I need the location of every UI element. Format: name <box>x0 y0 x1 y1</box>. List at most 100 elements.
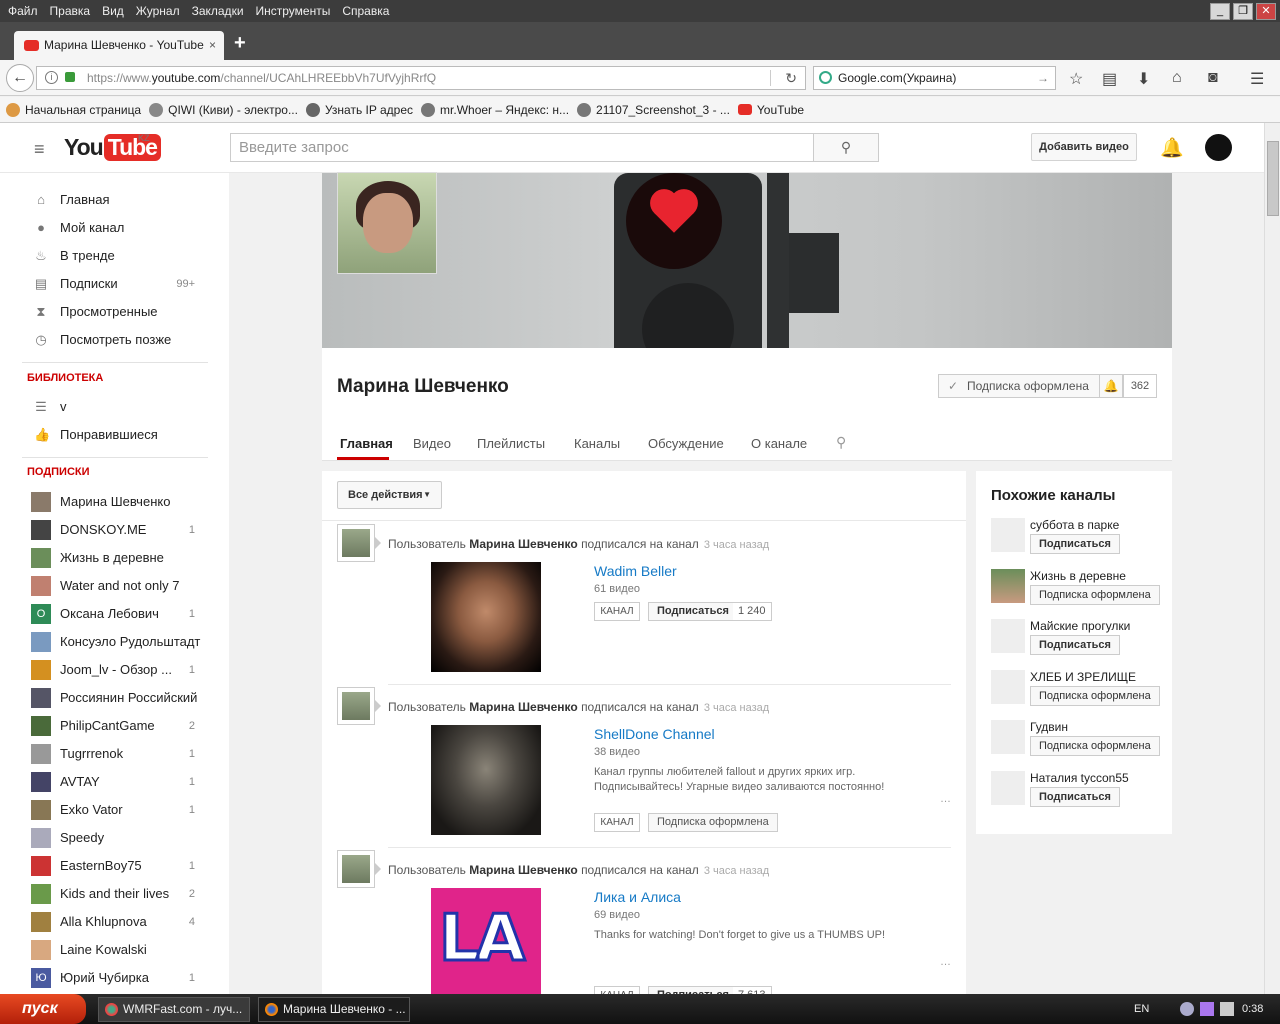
sidebar-subscription[interactable]: Speedy <box>0 824 229 852</box>
pocket-icon[interactable]: ◙ <box>1208 69 1218 87</box>
channel-tab[interactable]: Видео <box>413 436 451 451</box>
search-input[interactable]: Введите запрос <box>230 133 814 162</box>
related-channel-avatar[interactable] <box>991 720 1025 754</box>
menu-item[interactable]: Вид <box>96 0 130 22</box>
upload-button[interactable]: Добавить видео <box>1031 133 1137 161</box>
menu-item[interactable]: Справка <box>336 0 395 22</box>
download-icon[interactable]: ⬇ <box>1137 69 1150 89</box>
subscribe-button[interactable]: Подписаться <box>1030 786 1120 807</box>
sidebar-subscription[interactable]: Жизнь в деревне <box>0 544 229 572</box>
activity-user[interactable]: Марина Шевченко <box>469 863 578 877</box>
related-channel[interactable]: Наталия tyccon55 Подписаться <box>991 770 1171 816</box>
sidebar-subscription[interactable]: О Оксана Лебович 1 <box>0 600 229 628</box>
related-channel-name[interactable]: Гудвин <box>1030 720 1068 734</box>
related-channel-avatar[interactable] <box>991 518 1025 552</box>
related-channel[interactable]: ХЛЕБ И ЗРЕЛИЩЕ Подписка оформлена <box>991 669 1171 715</box>
related-channel-name[interactable]: суббота в парке <box>1030 518 1119 532</box>
sidebar-subscription[interactable]: Exko Vator 1 <box>0 796 229 824</box>
bookmark-item[interactable]: YouTube <box>737 97 804 123</box>
activity-filter-dropdown[interactable]: Все действия ▼ <box>337 481 442 509</box>
sidebar-subscription[interactable]: Ю Юрий Чубирка 1 <box>0 964 229 992</box>
bookmark-item[interactable]: Начальная страница <box>6 97 141 123</box>
sidebar-subscription[interactable]: Россиянин Российский <box>0 684 229 712</box>
reading-list-icon[interactable]: ▤ <box>1102 69 1117 89</box>
language-indicator[interactable]: EN <box>1134 994 1149 1024</box>
channel-tab[interactable]: Главная <box>340 436 393 451</box>
notifications-bell-icon[interactable]: 🔔 <box>1160 136 1184 160</box>
bookmark-item[interactable]: 21107_Screenshot_3 - ... <box>577 97 730 123</box>
related-channel-avatar[interactable] <box>991 669 1025 704</box>
channel-avatar[interactable] <box>337 172 437 274</box>
related-channel-name[interactable]: Наталия tyccon55 <box>1030 771 1129 785</box>
related-channel[interactable]: Майские прогулки Подписаться <box>991 619 1171 664</box>
subscribed-button[interactable]: Подписка оформлена <box>648 813 778 832</box>
account-avatar[interactable] <box>1205 134 1232 161</box>
sidebar-item[interactable]: ● Мой канал <box>0 214 229 242</box>
star-icon[interactable]: ☆ <box>1069 69 1083 89</box>
url-bar[interactable]: i https://www.youtube.com/channel/UCAhLH… <box>36 66 806 90</box>
channel-name[interactable]: Марина Шевченко <box>337 376 509 398</box>
tray-monitor-icon[interactable] <box>1220 1002 1234 1016</box>
youtube-logo[interactable]: You Tube KZ <box>64 133 161 161</box>
channel-thumbnail[interactable] <box>431 725 541 835</box>
channel-tab[interactable]: О канале <box>751 436 807 451</box>
sidebar-subscription[interactable]: Kids and their lives 2 <box>0 880 229 908</box>
channel-tab[interactable]: Каналы <box>574 436 620 451</box>
channel-title[interactable]: Лика и Алиса <box>594 889 681 905</box>
sidebar-item[interactable]: ♨ В тренде <box>0 242 229 270</box>
sidebar-subscription[interactable]: Joom_lv - Обзор ... 1 <box>0 656 229 684</box>
related-channel-name[interactable]: Жизнь в деревне <box>1030 569 1126 583</box>
subscribe-button[interactable]: Подписаться <box>648 986 738 994</box>
channel-notifications-icon[interactable]: 🔔 <box>1099 374 1123 398</box>
user-avatar[interactable] <box>337 524 375 562</box>
channel-search-icon[interactable]: ⚲ <box>836 434 846 451</box>
subscribe-button[interactable]: Подписаться <box>1030 534 1120 554</box>
channel-thumbnail[interactable] <box>431 562 541 672</box>
new-tab-button[interactable]: + <box>234 32 246 55</box>
minimize-button[interactable]: _ <box>1210 3 1230 20</box>
sidebar-subscription[interactable]: EasternBoy75 1 <box>0 852 229 880</box>
related-channel[interactable]: суббота в парке Подписаться <box>991 518 1171 563</box>
menu-icon[interactable]: ☰ <box>1250 69 1264 89</box>
page-scrollbar[interactable] <box>1264 123 1280 994</box>
browser-search-bar[interactable]: Google.com(Украина) → <box>813 66 1056 90</box>
tray-app-icon[interactable] <box>1180 1002 1194 1016</box>
related-channel-name[interactable]: Майские прогулки <box>1030 619 1130 633</box>
menu-item[interactable]: Инструменты <box>250 0 337 22</box>
sidebar-subscription[interactable]: AVTAY 1 <box>0 768 229 796</box>
related-channel-avatar[interactable] <box>991 568 1025 603</box>
subscribe-button[interactable]: Подписаться <box>648 602 738 621</box>
related-channel-avatar[interactable] <box>991 770 1025 805</box>
sidebar-subscription[interactable]: Марина Шевченко <box>0 488 229 516</box>
more-icon[interactable]: … <box>940 956 951 968</box>
maximize-button[interactable]: ❐ <box>1233 3 1253 20</box>
subscribed-button[interactable]: Подписка оформлена <box>1030 736 1160 756</box>
scrollbar-thumb[interactable] <box>1267 141 1279 216</box>
user-avatar[interactable] <box>337 850 375 888</box>
sidebar-subscription[interactable]: Laine Kowalski <box>0 936 229 964</box>
more-icon[interactable]: … <box>940 793 951 805</box>
subscribed-button[interactable]: ✓ Подписка оформлена <box>938 374 1100 398</box>
bookmark-item[interactable]: mr.Whoer – Яндекс: н... <box>421 97 569 123</box>
activity-user[interactable]: Марина Шевченко <box>469 537 578 551</box>
home-icon[interactable]: ⌂ <box>1172 69 1182 87</box>
channel-tab[interactable]: Плейлисты <box>477 436 545 451</box>
taskbar-task[interactable]: WMRFast.com - луч... <box>98 997 250 1022</box>
channel-thumbnail[interactable]: LA <box>431 888 541 994</box>
sidebar-subscription[interactable]: DONSKOY.ME 1 <box>0 516 229 544</box>
channel-tab[interactable]: Обсуждение <box>648 436 724 451</box>
sidebar-item[interactable]: ⌂ Главная <box>0 186 229 214</box>
menu-item[interactable]: Правка <box>44 0 97 22</box>
guide-menu-icon[interactable]: ≡ <box>34 139 45 160</box>
related-channel[interactable]: Гудвин Подписка оформлена <box>991 720 1171 765</box>
search-button[interactable]: ⚲ <box>813 133 879 162</box>
sidebar-item[interactable]: ▤ Подписки 99+ <box>0 270 229 298</box>
sidebar-subscription[interactable]: Tugrrrenok 1 <box>0 740 229 768</box>
sidebar-subscription[interactable]: PhilipCantGame 2 <box>0 712 229 740</box>
search-go-icon[interactable]: → <box>1037 67 1049 89</box>
sidebar-item[interactable]: ⧗ Просмотренные <box>0 298 229 326</box>
sidebar-item[interactable]: 👍 Понравившиеся <box>0 421 229 449</box>
menu-item[interactable]: Закладки <box>186 0 250 22</box>
subscribed-button[interactable]: Подписка оформлена <box>1030 584 1160 605</box>
taskbar-task[interactable]: Марина Шевченко - ... <box>258 997 410 1022</box>
